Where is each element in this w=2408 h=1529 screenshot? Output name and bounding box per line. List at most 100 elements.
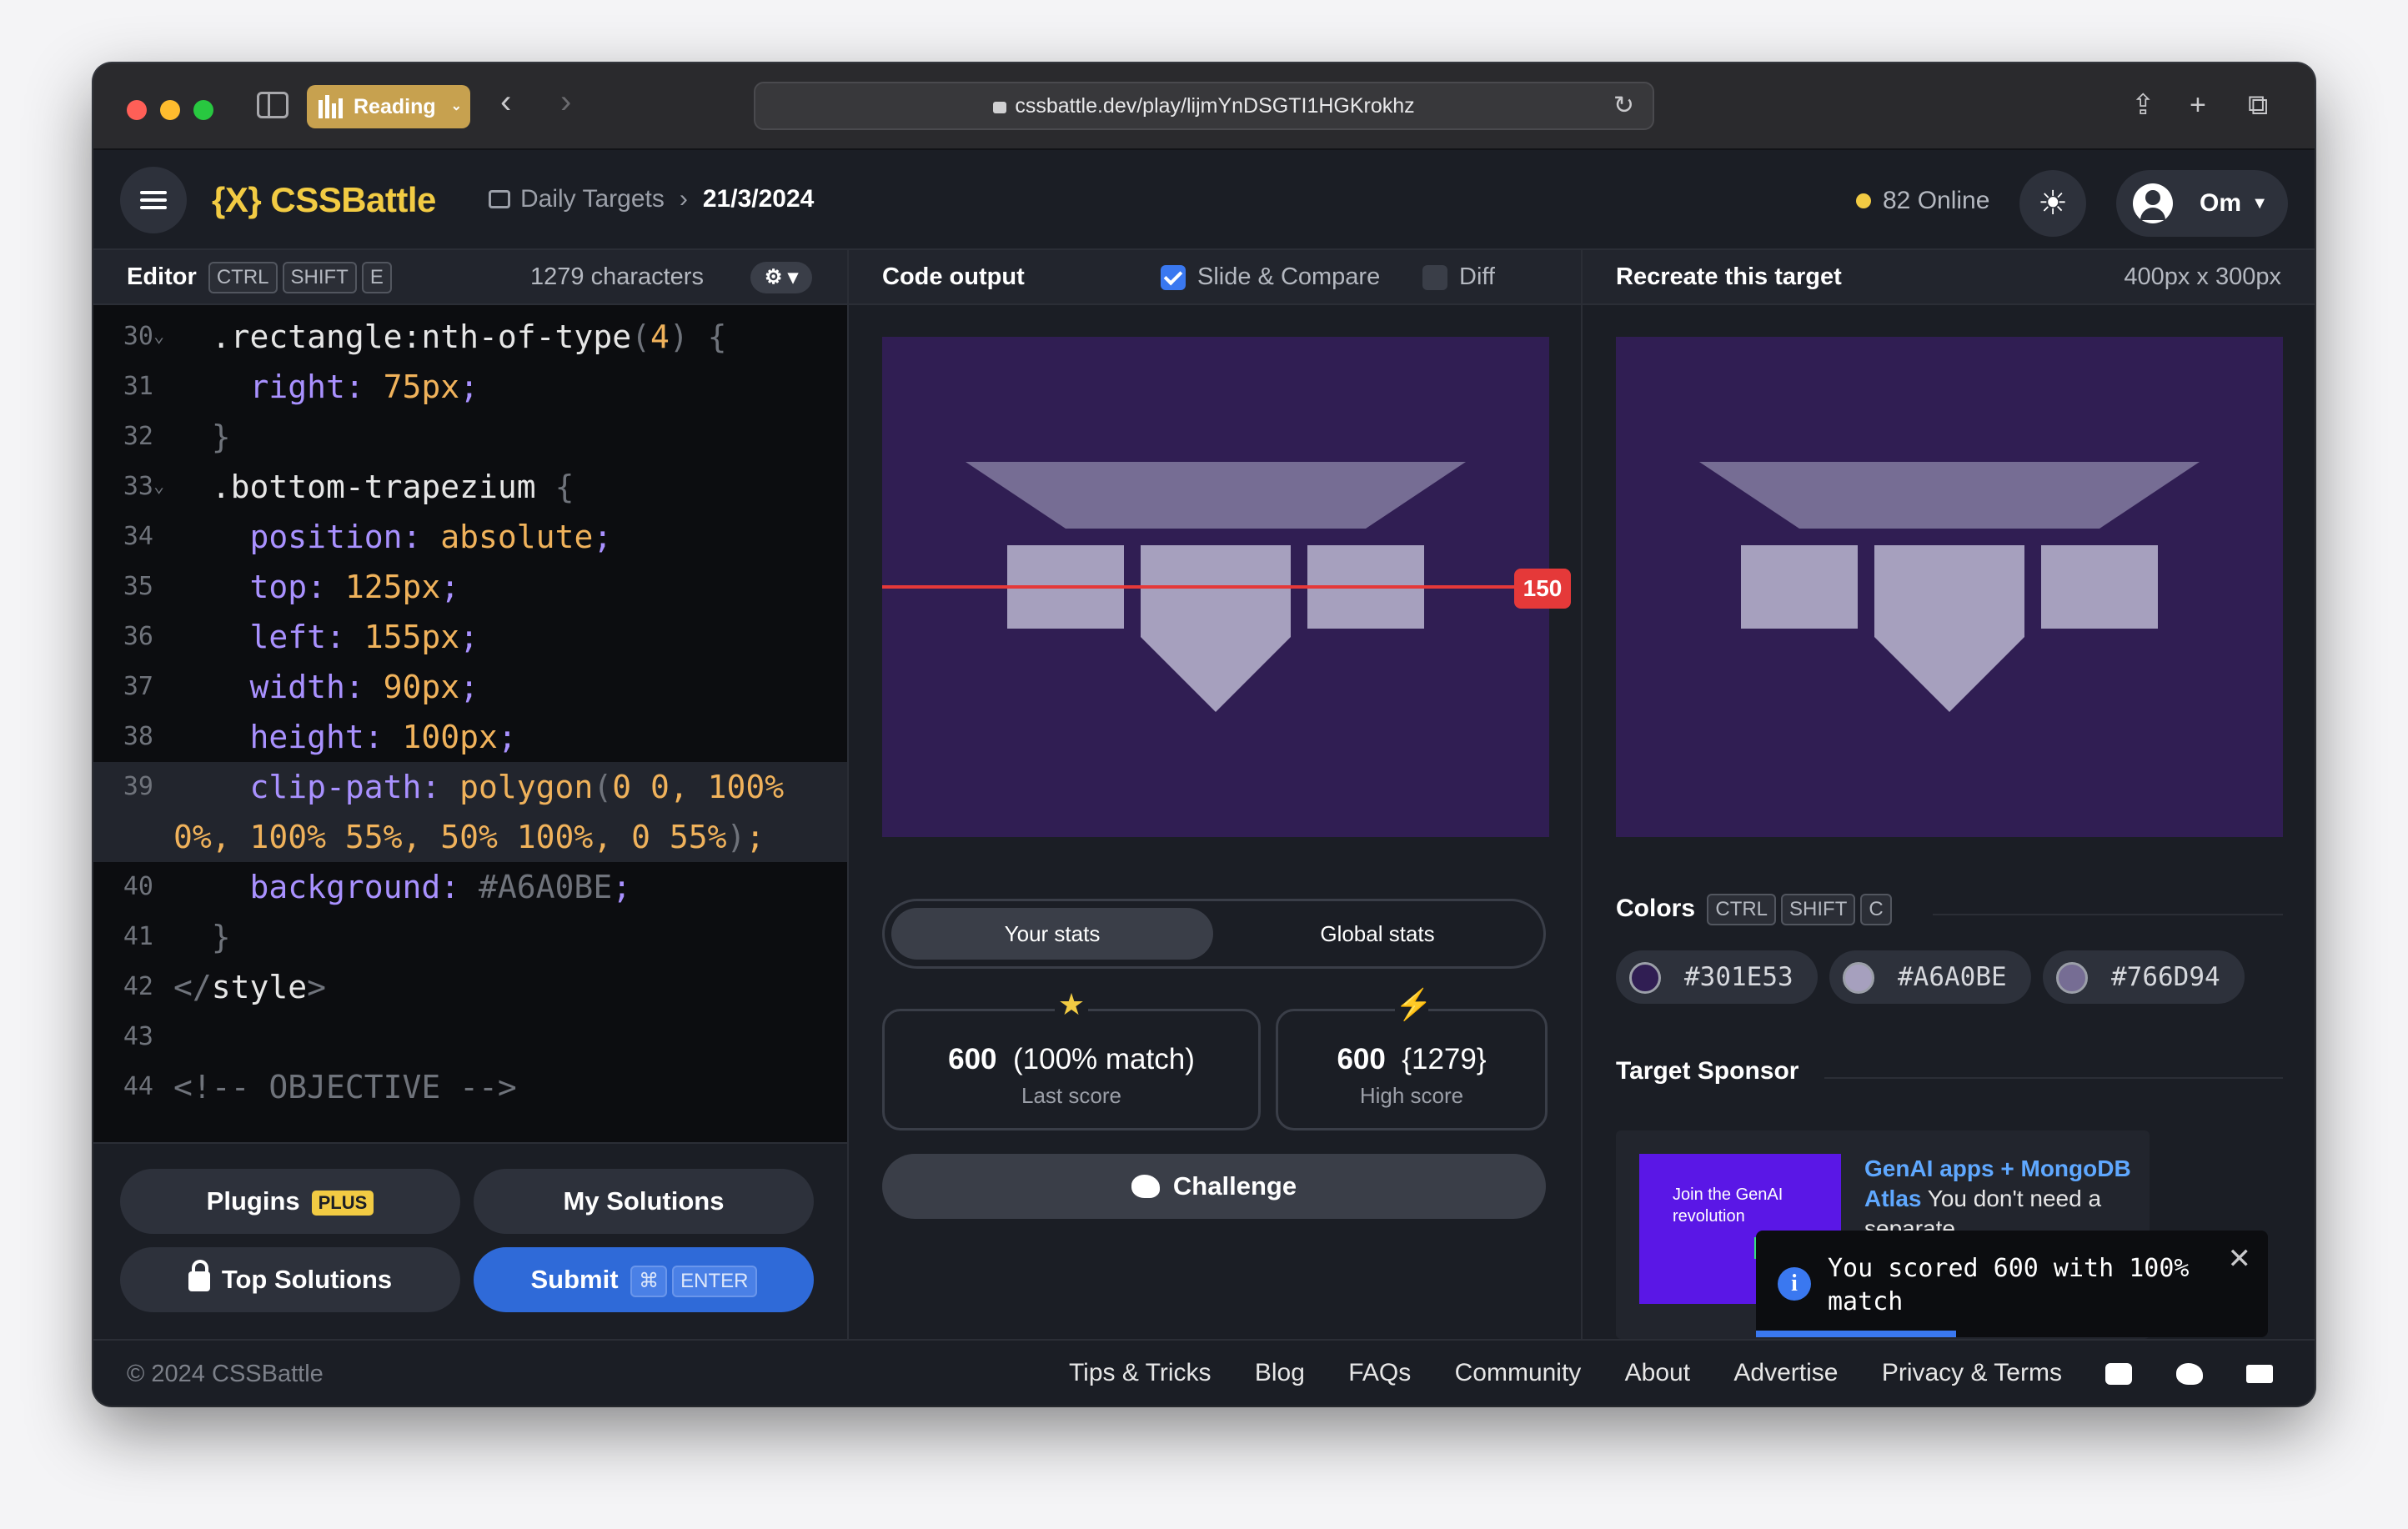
discord-icon[interactable] [2105,1363,2133,1386]
color-swatch-1[interactable]: #301E53 [1616,950,1818,1004]
kbd-shift: SHIFT [1781,894,1856,925]
color-swatch-2[interactable]: #A6A0BE [1829,950,2031,1004]
kbd-e: E [361,262,392,294]
reload-icon[interactable]: ↻ [1613,83,1634,128]
tab-your-stats[interactable]: Your stats [891,908,1213,960]
line-number: 39 [123,772,153,801]
code-line[interactable]: 30⌄ .rectangle:nth-of-type(4) { [93,312,847,362]
code-token: background: [173,869,479,905]
code-line[interactable]: 36 left: 155px; [93,612,847,662]
slider-position-badge[interactable]: 150 [1514,569,1571,609]
forward-arrow-icon[interactable]: › [560,83,571,121]
address-bar[interactable]: cssbattle.dev/play/lijmYnDSGTI1HGKrokhz … [754,82,1654,130]
challenge-button[interactable]: Challenge [882,1154,1546,1219]
logo[interactable]: {X} CSSBattle [212,180,436,220]
theme-toggle-sun-icon[interactable]: ☀ [2019,170,2086,237]
code-text: position: absolute; [173,512,613,562]
output-title: Code output [882,263,1025,290]
code-line[interactable]: 32 } [93,412,847,462]
online-label: 82 Online [1883,187,1990,214]
code-line[interactable]: 35 top: 125px; [93,562,847,612]
footer-links: Tips & Tricks Blog FAQs Community About … [1032,1359,2273,1387]
zoom-window-button[interactable] [193,100,213,120]
challenge-label: Challenge [1172,1171,1297,1201]
line-number: 31 [123,372,153,401]
target-bottom-shape [1874,545,2024,712]
sidebar-toggle-icon[interactable] [257,92,288,118]
code-text: width: 90px; [173,662,479,712]
code-line[interactable]: 37 width: 90px; [93,662,847,712]
color-swatch-3[interactable]: #766D94 [2043,950,2245,1004]
code-line[interactable]: 0%, 100% 55%, 50% 100%, 0 55%); [93,812,847,862]
reading-list-button[interactable]: Reading ⌄ [307,85,470,128]
footer-link-advertise[interactable]: Advertise [1733,1359,1838,1386]
diff-toggle[interactable]: Diff [1422,250,1495,303]
stats-tabs: Your stats Global stats [882,899,1546,969]
minimize-window-button[interactable] [160,100,180,120]
twitter-icon [1131,1174,1160,1198]
footer: © 2024 CSSBattle Tips & Tricks Blog FAQs… [93,1339,2315,1406]
top-solutions-button[interactable]: Top Solutions [120,1247,460,1312]
code-line[interactable]: 41 } [93,912,847,962]
share-icon[interactable]: ⇪ [2131,88,2155,122]
breadcrumb-daily-targets[interactable]: Daily Targets [520,185,665,213]
checkbox-unchecked-icon[interactable] [1422,265,1447,291]
fold-chevron-icon[interactable]: ⌄ [153,312,173,362]
code-text: clip-path: polygon(0 0, 100% [173,762,785,812]
code-token: ) { [669,318,727,355]
toast-progress-bar [1756,1331,1956,1337]
code-token: #A6A0BE [479,869,613,905]
new-tab-icon[interactable]: + [2190,88,2206,122]
line-number: 40 [123,872,153,901]
last-score-value: 600 [948,1043,997,1075]
code-line[interactable]: 33⌄ .bottom-trapezium { [93,462,847,512]
submit-button[interactable]: Submit ⌘ ENTER [474,1247,814,1312]
tab-overview-icon[interactable]: ⧉ [2248,88,2268,122]
back-arrow-icon[interactable]: ‹ [500,83,511,121]
tab-global-stats[interactable]: Global stats [1217,908,1538,960]
code-line[interactable]: 42 </style> [93,962,847,1012]
footer-link-faqs[interactable]: FAQs [1348,1359,1411,1386]
mail-icon[interactable] [2246,1365,2273,1384]
high-score-card: ⚡ 600 {1279} High score [1276,988,1548,1130]
target-canvas[interactable] [1616,337,2283,837]
code-token: ; [440,569,460,605]
sponsor-heading: Target Sponsor [1616,1057,1799,1085]
editor-settings-gear-icon[interactable]: ⚙ ▾ [750,262,812,293]
code-token: } [173,919,231,955]
breadcrumb-date: 21/3/2024 [702,185,815,213]
close-icon[interactable]: ✕ [2228,1242,2252,1276]
fold-chevron-icon[interactable]: ⌄ [153,462,173,512]
slide-compare-label: Slide & Compare [1197,263,1381,290]
character-count: 1279 characters [530,263,704,290]
last-score-match: (100% match) [1012,1043,1195,1075]
code-token: style [211,969,308,1005]
menu-button[interactable] [120,167,187,233]
code-line[interactable]: 40 background: #A6A0BE; [93,862,847,912]
user-menu-button[interactable]: Om ▼ [2116,170,2288,237]
code-line[interactable]: 43 [93,1012,847,1062]
code-line[interactable]: 39 clip-path: polygon(0 0, 100% [93,762,847,812]
code-line[interactable]: 31 right: 75px; [93,362,847,412]
code-line[interactable]: 38 height: 100px; [93,712,847,762]
compare-slider-line[interactable] [882,585,1516,589]
my-solutions-button[interactable]: My Solutions [474,1169,814,1234]
close-window-button[interactable] [127,100,147,120]
code-output-canvas[interactable] [882,337,1549,837]
footer-link-blog[interactable]: Blog [1255,1359,1305,1386]
footer-link-tips[interactable]: Tips & Tricks [1069,1359,1212,1386]
checkbox-checked-icon[interactable] [1161,265,1186,291]
footer-link-about[interactable]: About [1625,1359,1690,1386]
code-text: background: #A6A0BE; [173,862,632,912]
twitter-icon[interactable] [2175,1363,2203,1386]
footer-link-privacy[interactable]: Privacy & Terms [1882,1359,2062,1386]
footer-link-community[interactable]: Community [1455,1359,1582,1386]
code-editor[interactable]: 30⌄ .rectangle:nth-of-type(4) {31 right:… [93,305,847,1142]
plugins-button[interactable]: Plugins PLUS [120,1169,460,1234]
slide-compare-toggle[interactable]: Slide & Compare [1161,250,1380,303]
code-token: ; [593,519,613,555]
kbd-ctrl: CTRL [208,262,278,294]
code-line[interactable]: 34 position: absolute; [93,512,847,562]
copyright: © 2024 CSSBattle [127,1361,324,1387]
code-line[interactable]: 44 <!-- OBJECTIVE --> [93,1062,847,1112]
